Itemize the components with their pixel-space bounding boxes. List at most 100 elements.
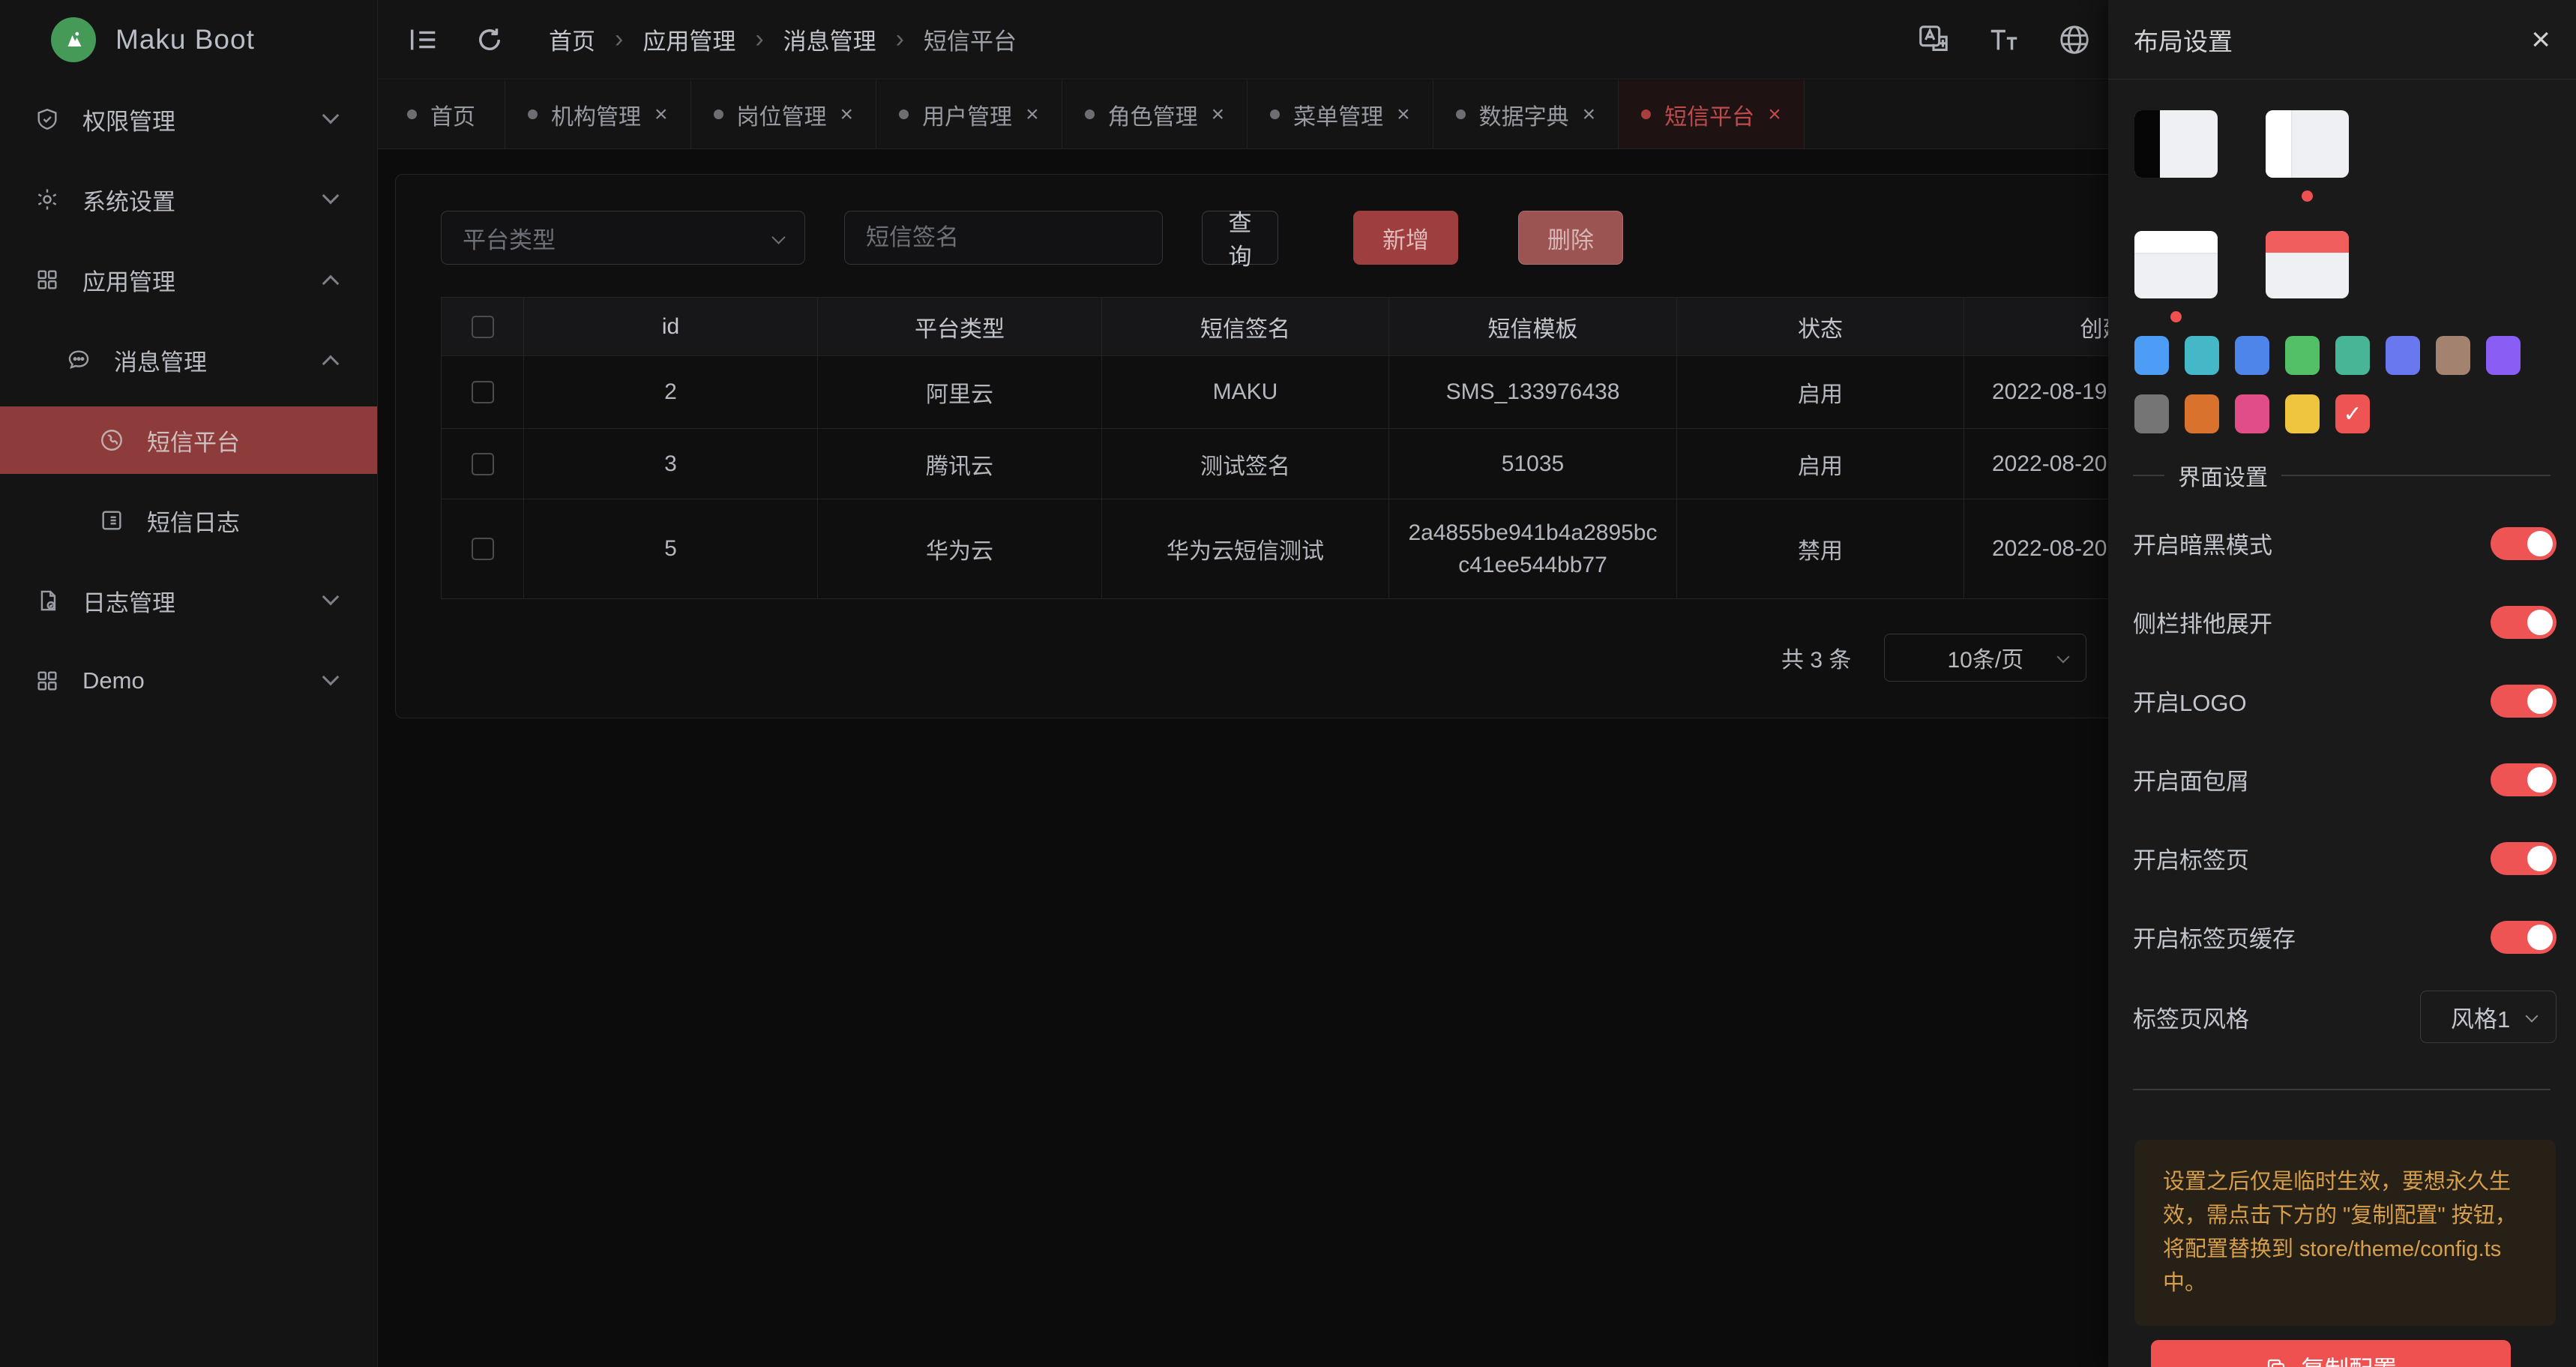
sidebar-item-3[interactable]: 应用管理 <box>0 246 377 313</box>
tab-机构管理[interactable]: 机构管理 × <box>505 80 691 148</box>
tab-close-icon[interactable]: × <box>1026 103 1039 126</box>
platform-type-select[interactable]: 平台类型 <box>441 211 805 265</box>
cell-sign: 华为云短信测试 <box>1102 499 1389 599</box>
select-all-checkbox[interactable] <box>472 316 494 338</box>
layout-option-dark-sidebar[interactable] <box>2134 110 2218 202</box>
layout-option-light-sidebar[interactable] <box>2266 110 2349 202</box>
section-divider: 界面设置 <box>2133 462 2551 489</box>
tab-label: 机构管理 <box>551 98 641 131</box>
tab-style-select[interactable]: 风格1 <box>2420 991 2557 1043</box>
layout-thumbnails <box>2134 110 2349 322</box>
sidebar-item-label: 权限管理 <box>82 103 175 136</box>
tab-菜单管理[interactable]: 菜单管理× <box>1248 80 1433 148</box>
toggle-switch[interactable] <box>2491 685 2557 718</box>
row-checkbox[interactable] <box>472 381 494 403</box>
theme-color-swatch[interactable] <box>2185 336 2219 375</box>
filter-row: 平台类型 查询 新增 删除 <box>441 211 1623 265</box>
theme-color-swatch[interactable] <box>2486 336 2521 375</box>
sidebar-item-2[interactable]: 系统设置 <box>0 166 377 233</box>
layout-option-light-topbar[interactable] <box>2134 231 2218 322</box>
breadcrumb-item[interactable]: 首页 <box>549 22 595 56</box>
tab-close-icon[interactable]: × <box>1583 103 1596 126</box>
sidebar-item-8[interactable]: Demo <box>0 647 377 715</box>
gear-icon <box>34 187 60 212</box>
tab-角色管理[interactable]: 角色管理× <box>1062 80 1248 148</box>
drawer-title: 布局设置 <box>2134 22 2233 58</box>
tab-用户管理[interactable]: 用户管理× <box>876 80 1062 148</box>
tab-数据字典[interactable]: 数据字典× <box>1433 80 1619 148</box>
cell-id: 2 <box>524 356 818 429</box>
theme-color-swatch[interactable] <box>2285 336 2320 375</box>
tab-短信平台[interactable]: 短信平台× <box>1619 80 1805 148</box>
toggle-switch[interactable] <box>2491 842 2557 875</box>
row-checkbox[interactable] <box>472 538 494 560</box>
cell-sign: MAKU <box>1102 356 1389 429</box>
breadcrumb: 首页›应用管理›消息管理›短信平台 <box>549 22 1017 56</box>
toggle-switch[interactable] <box>2491 763 2557 796</box>
cell-platform: 华为云 <box>818 499 1102 599</box>
red-topbar-thumbnail[interactable] <box>2266 231 2349 298</box>
tab-label: 首页 <box>430 98 475 131</box>
theme-color-swatch[interactable]: ✓ <box>2335 394 2370 433</box>
tab-dot <box>899 109 909 119</box>
toggle-switch[interactable] <box>2491 921 2557 954</box>
theme-color-swatch[interactable] <box>2235 336 2269 375</box>
delete-button[interactable]: 删除 <box>1518 211 1623 265</box>
font-size-icon[interactable] <box>1987 22 2021 57</box>
tab-close-icon[interactable]: × <box>1397 103 1410 126</box>
page-size-select[interactable]: 10条/页 <box>1884 634 2086 682</box>
sidebar-item-5[interactable]: 短信平台 <box>0 406 377 474</box>
sidebar-item-6[interactable]: 短信日志 <box>0 487 377 554</box>
chat-icon <box>66 347 91 373</box>
breadcrumb-item: 短信平台 <box>924 22 1017 56</box>
pagination-total: 共 3 条 <box>1781 641 1851 674</box>
row-checkbox[interactable] <box>472 453 494 475</box>
tab-close-icon[interactable]: × <box>1768 103 1781 126</box>
sidebar-item-7[interactable]: 日志管理 <box>0 567 377 634</box>
tab-close-icon[interactable]: × <box>840 103 854 126</box>
theme-color-swatch[interactable] <box>2185 394 2219 433</box>
breadcrumb-separator: › <box>896 25 904 54</box>
tab-首页[interactable]: 首页 <box>378 80 505 148</box>
sidebar-item-label: 消息管理 <box>114 343 207 377</box>
theme-color-swatch[interactable] <box>2386 336 2420 375</box>
column-header: 平台类型 <box>818 298 1102 356</box>
refresh-icon[interactable] <box>474 24 505 55</box>
query-button[interactable]: 查询 <box>1202 211 1278 265</box>
toggle-switch[interactable] <box>2491 606 2557 639</box>
tab-岗位管理[interactable]: 岗位管理× <box>691 80 877 148</box>
theme-color-swatch[interactable] <box>2285 394 2320 433</box>
cell-template: 2a4855be941b4a2895bcc41ee544bb77 <box>1389 499 1677 599</box>
layout-option-red-topbar[interactable] <box>2266 231 2349 322</box>
collapse-menu-icon[interactable] <box>406 22 441 57</box>
option-label: 开启LOGO <box>2133 684 2247 718</box>
toggle-switch[interactable] <box>2491 527 2557 560</box>
sidebar-item-4[interactable]: 消息管理 <box>0 326 377 394</box>
cell-id: 5 <box>524 499 818 599</box>
light-topbar-thumbnail[interactable] <box>2134 231 2218 298</box>
sidebar-item-label: Demo <box>82 667 145 694</box>
sidebar-item-label: 短信平台 <box>147 424 240 457</box>
sidebar-item-1[interactable]: 权限管理 <box>0 85 377 153</box>
tab-close-icon[interactable]: × <box>654 103 668 126</box>
theme-color-swatch[interactable] <box>2134 394 2169 433</box>
copy-config-button[interactable]: 复制配置 <box>2151 1340 2511 1367</box>
add-button[interactable]: 新增 <box>1353 211 1458 265</box>
translate-icon[interactable] <box>1916 22 1951 57</box>
theme-color-swatch[interactable] <box>2235 394 2269 433</box>
chevron-down-icon <box>322 187 340 205</box>
light-sidebar-thumbnail[interactable] <box>2266 110 2349 178</box>
sms-sign-input[interactable] <box>844 211 1163 265</box>
theme-color-swatch[interactable] <box>2436 336 2470 375</box>
dark-sidebar-thumbnail[interactable] <box>2134 110 2218 178</box>
tab-close-icon[interactable]: × <box>1212 103 1225 126</box>
breadcrumb-item[interactable]: 应用管理 <box>643 22 735 56</box>
close-icon[interactable]: × <box>2531 23 2551 56</box>
globe-icon[interactable] <box>2057 22 2092 57</box>
theme-color-swatch[interactable] <box>2134 336 2169 375</box>
breadcrumb-item[interactable]: 消息管理 <box>783 22 876 56</box>
divider-line <box>2133 475 2164 476</box>
cell-template: SMS_133976438 <box>1389 356 1677 429</box>
option-row: 开启标签页缓存 <box>2133 898 2557 976</box>
theme-color-swatch[interactable] <box>2335 336 2370 375</box>
